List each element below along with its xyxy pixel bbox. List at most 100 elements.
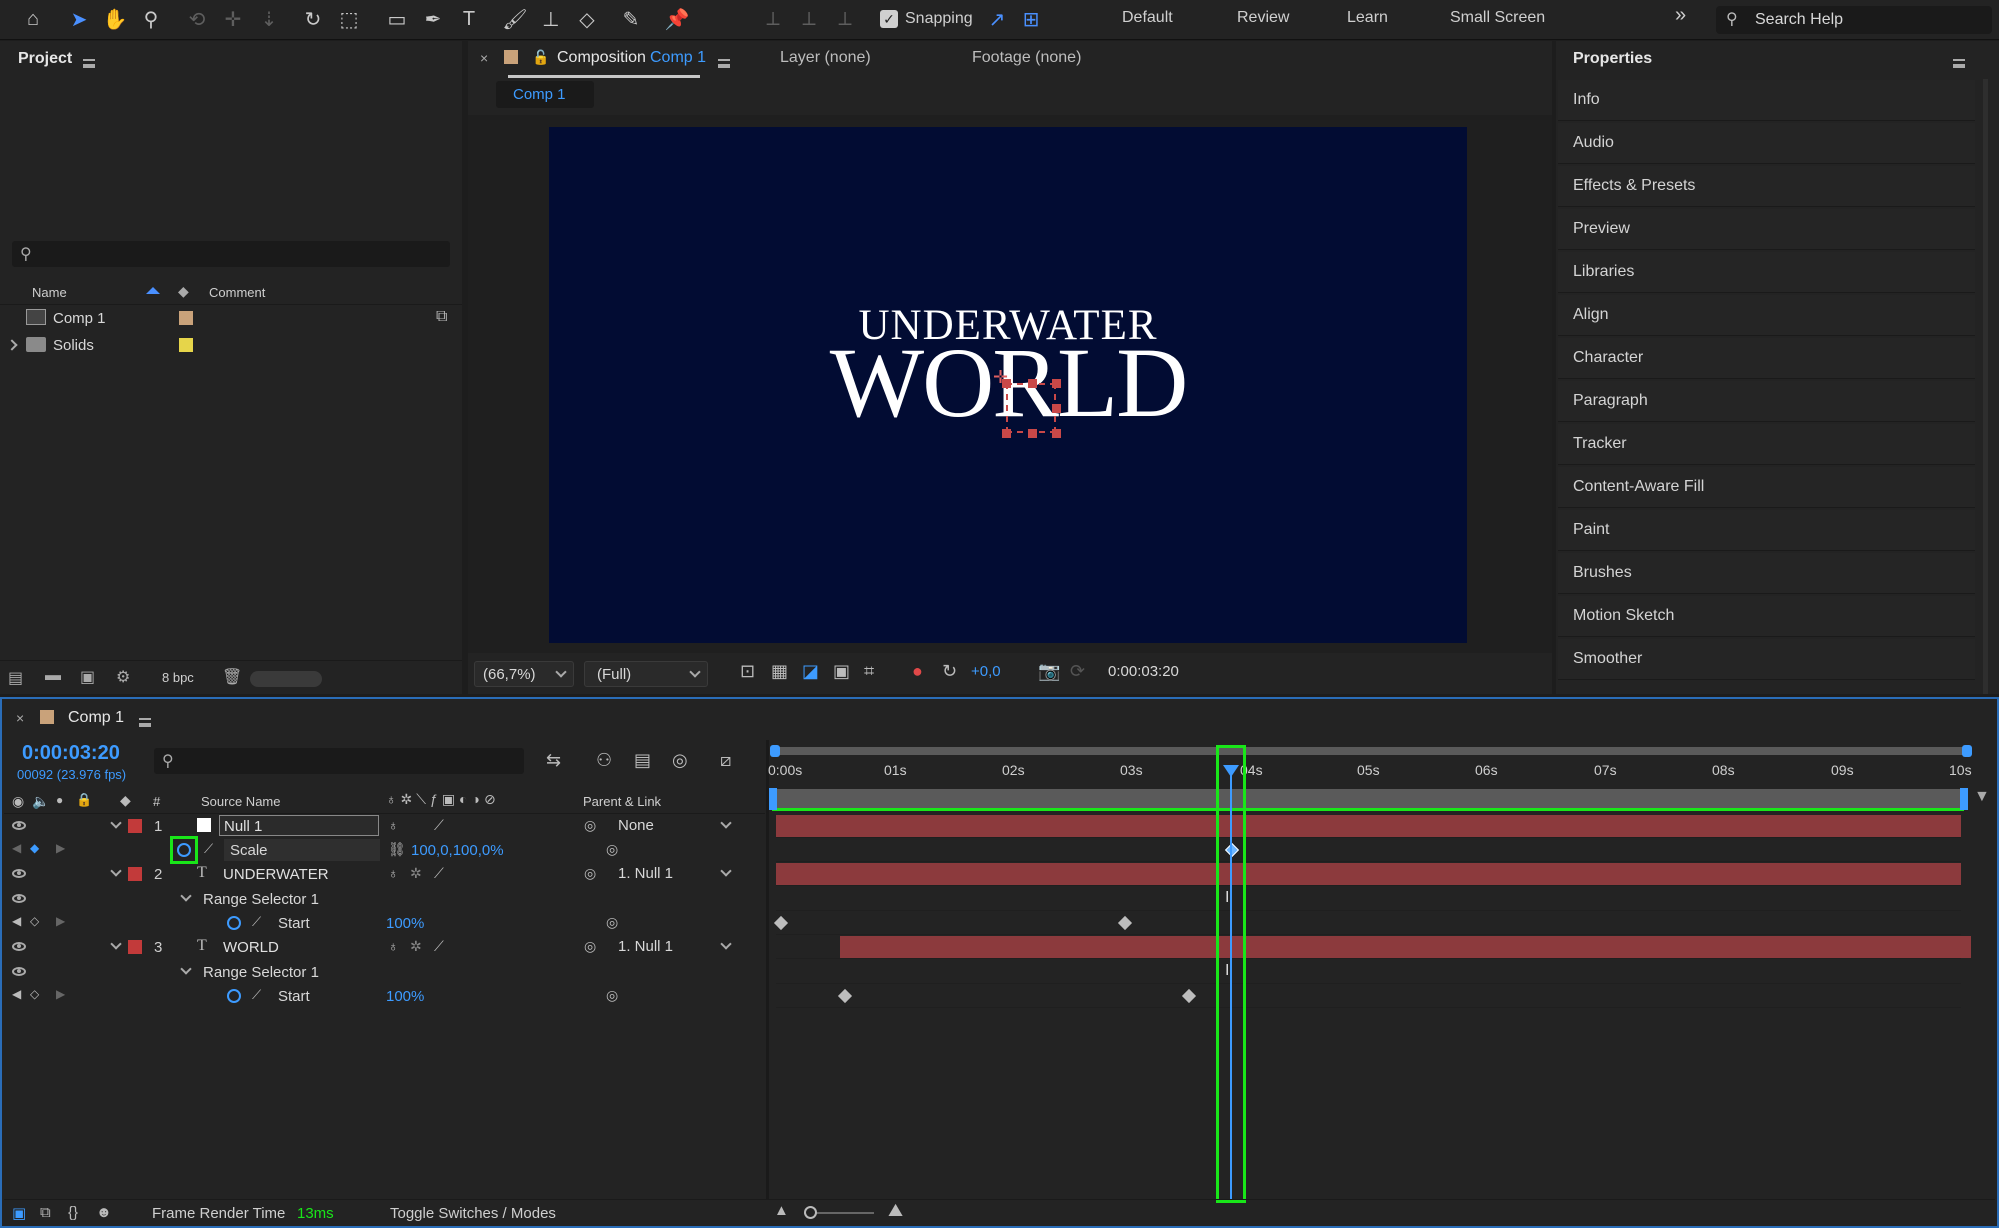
lock-icon[interactable]: 🔒	[76, 792, 92, 808]
project-item-solids[interactable]: Solids	[0, 332, 462, 358]
layer-row-underwater[interactable]: 2 T UNDERWATER ♁ ✲ ⟋ ◎ 1. Null 1	[4, 862, 765, 886]
panel-item-effects-presets[interactable]: Effects & Presets	[1558, 166, 1975, 207]
panel-item-tracker[interactable]: Tracker	[1558, 424, 1975, 465]
av-features-eye-icon[interactable]: ◉	[12, 793, 24, 810]
handle-icon[interactable]	[1052, 429, 1061, 438]
work-area-end-handle[interactable]	[1960, 788, 1968, 810]
flowchart-icon[interactable]: ⧉	[436, 308, 447, 326]
prev-keyframe-icon[interactable]: ◀	[12, 914, 21, 928]
layer-label-swatch[interactable]	[128, 819, 142, 833]
comp-canvas[interactable]: UNDERWATER WORLD ✛	[549, 127, 1467, 643]
channel-rgb-icon[interactable]: ●	[912, 661, 923, 682]
rectangle-tool-icon[interactable]: ▭	[382, 4, 412, 34]
source-name-header[interactable]: Source Name	[201, 794, 280, 809]
pick-whip-icon[interactable]: ◎	[606, 841, 618, 858]
keyframe[interactable]	[1117, 915, 1133, 931]
panel-item-content-aware-fill[interactable]: Content-Aware Fill	[1558, 467, 1975, 508]
stopwatch-icon[interactable]	[227, 989, 241, 1003]
expand-chevron-icon[interactable]	[6, 339, 18, 351]
pick-whip-icon[interactable]: ◎	[584, 938, 596, 955]
keyframe[interactable]	[1181, 988, 1197, 1004]
project-search-input[interactable]: ⚲	[12, 241, 450, 267]
exposure-value[interactable]: +0,0	[971, 663, 1001, 680]
transparency-grid-icon[interactable]: ▦	[771, 661, 788, 682]
properties-menu-icon[interactable]	[1953, 59, 1965, 68]
expand-chevron-icon[interactable]	[180, 890, 192, 902]
next-keyframe-icon[interactable]: ▶	[56, 914, 65, 928]
add-keyframe-icon[interactable]: ◇	[30, 914, 39, 928]
start-value[interactable]: 100%	[386, 988, 424, 1005]
bit-depth-label[interactable]: 8 bpc	[162, 670, 194, 685]
range-selector-row[interactable]: Range Selector 1	[4, 887, 765, 911]
visibility-eye-icon[interactable]	[12, 967, 26, 976]
axis-local-icon[interactable]: ⟂	[758, 4, 788, 34]
layer-name[interactable]: UNDERWATER	[223, 866, 329, 883]
collapse-switch-icon[interactable]: ✲	[410, 865, 422, 882]
motion-blur-icon[interactable]: ◎	[672, 750, 688, 771]
panel-item-paint[interactable]: Paint	[1558, 510, 1975, 551]
rotation-tool-icon[interactable]: ↻	[298, 4, 328, 34]
properties-scrollbar[interactable]	[1983, 79, 1988, 694]
scale-value[interactable]: 100,0,100,0%	[411, 842, 504, 859]
shy-switch-icon[interactable]: ♁	[388, 865, 399, 881]
zoom-in-icon[interactable]: ⛰	[888, 1200, 903, 1221]
prev-keyframe-icon[interactable]: ◀	[12, 841, 21, 855]
expand-chevron-icon[interactable]	[110, 817, 122, 829]
clone-stamp-icon[interactable]: ⊥	[536, 4, 566, 34]
switches-header-icons[interactable]: ♁✲⟍ƒ▣◐◑⊘	[386, 791, 500, 808]
layer-name[interactable]: WORLD	[223, 939, 279, 956]
add-keyframe-icon[interactable]: ◇	[30, 987, 39, 1001]
adjust-settings-icon[interactable]: ⚙	[116, 667, 130, 687]
new-folder-icon[interactable]: ▬	[45, 667, 61, 685]
mask-visibility-icon[interactable]: ◪	[802, 661, 819, 682]
eraser-tool-icon[interactable]: ◇	[572, 4, 602, 34]
layer-tab[interactable]: Layer (none)	[780, 49, 871, 67]
composition-tab-name[interactable]: Comp 1	[650, 49, 706, 67]
time-navigator[interactable]	[770, 745, 1972, 757]
dolly-camera-icon[interactable]: ⇣	[254, 4, 284, 34]
composition-tab-prefix[interactable]: Composition	[557, 49, 646, 67]
parent-dropdown[interactable]: 1. Null 1	[610, 863, 738, 884]
next-keyframe-icon[interactable]: ▶	[56, 987, 65, 1001]
timeline-menu-icon[interactable]	[139, 718, 151, 727]
navigator-start-handle[interactable]	[770, 745, 780, 757]
comp-marker-bin-icon[interactable]: ▼	[1974, 788, 1990, 806]
layer-duration-bar[interactable]	[776, 815, 1961, 837]
visibility-eye-icon[interactable]	[12, 869, 26, 878]
panel-item-paragraph[interactable]: Paragraph	[1558, 381, 1975, 422]
stopwatch-icon[interactable]	[177, 843, 191, 857]
pen-tool-icon[interactable]: ✒	[418, 4, 448, 34]
work-area-bar[interactable]	[772, 789, 1964, 811]
project-menu-icon[interactable]	[83, 59, 95, 68]
graph-icon[interactable]: ⟋	[252, 987, 261, 1003]
keyframe[interactable]	[773, 915, 789, 931]
thumbnail-slider[interactable]	[250, 671, 322, 687]
handle-icon[interactable]	[1028, 379, 1037, 388]
zoom-dropdown[interactable]: (66,7%)	[474, 661, 574, 687]
pan-behind-tool-icon[interactable]: ⬚	[334, 4, 364, 34]
comp-subtab[interactable]: Comp 1	[496, 81, 594, 108]
type-tool-icon[interactable]: T	[454, 4, 484, 34]
property-row-scale[interactable]: ◀ ◆ ▶ ⟋ Scale ⛓ 100,0,100,0% ◎	[4, 836, 765, 864]
range-selector-row[interactable]: Range Selector 1	[4, 960, 765, 984]
grid-guides-icon[interactable]: ⌗	[864, 661, 874, 682]
region-of-interest-icon[interactable]: ▣	[833, 661, 850, 682]
comment-column-header[interactable]: Comment	[209, 285, 265, 300]
zoom-tool-icon[interactable]: ⚲	[136, 4, 166, 34]
null-layer-bounds[interactable]	[1006, 383, 1056, 433]
workspace-learn[interactable]: Learn	[1347, 9, 1388, 27]
snap-features-icon[interactable]: ⊞	[1016, 4, 1046, 34]
layer-duration-bar[interactable]	[776, 863, 1961, 885]
pick-whip-icon[interactable]: ◎	[606, 914, 618, 931]
panel-item-align[interactable]: Align	[1558, 295, 1975, 336]
next-keyframe-icon[interactable]: ▶	[56, 841, 65, 855]
lock-icon[interactable]: 🔓	[532, 49, 549, 66]
home-icon[interactable]: ⌂	[18, 4, 48, 34]
quality-switch-icon[interactable]: ⟋	[434, 817, 444, 834]
layer-label-swatch[interactable]	[128, 940, 142, 954]
zoom-out-icon[interactable]: ▲	[774, 1202, 789, 1219]
parent-dropdown[interactable]: 1. Null 1	[610, 936, 738, 957]
panel-item-libraries[interactable]: Libraries	[1558, 252, 1975, 293]
footage-tab[interactable]: Footage (none)	[972, 49, 1081, 67]
axis-view-icon[interactable]: ⟂	[830, 4, 860, 34]
